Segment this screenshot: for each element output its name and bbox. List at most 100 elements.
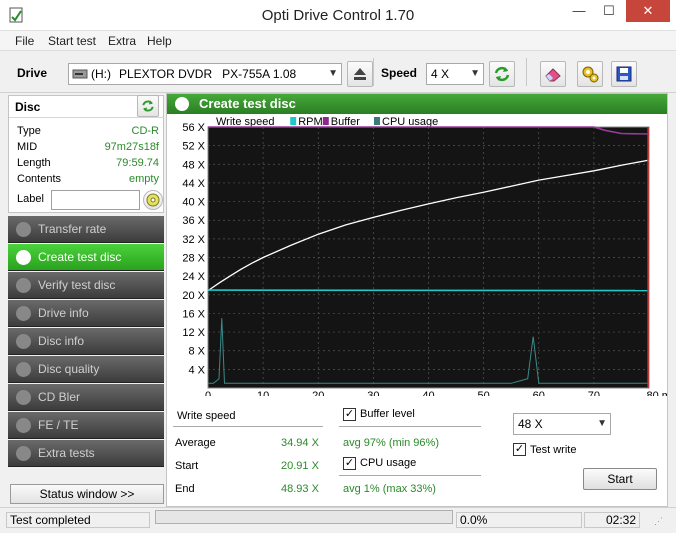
speed-value: 4 X (431, 67, 450, 81)
legend-label: Write speed (216, 116, 275, 128)
speed-select[interactable]: 4 X ▼ (426, 63, 484, 85)
eject-button[interactable] (347, 61, 373, 87)
label-apply-button[interactable] (143, 190, 163, 210)
cd-bler-icon (16, 390, 31, 405)
erase-button[interactable] (540, 61, 566, 87)
nav-label: Transfer rate (38, 222, 107, 236)
disc-value: empty (129, 173, 159, 185)
refresh-speed-button[interactable] (489, 61, 515, 87)
nav-label: Disc quality (38, 362, 100, 376)
disc-row-contents: Contents empty (17, 173, 161, 189)
legend-swatch (322, 117, 329, 125)
y-tick-label: 20 X (182, 290, 205, 302)
minimize-button[interactable]: — (564, 0, 594, 22)
buffer-level-checkbox[interactable]: ✓ (343, 408, 356, 421)
disc-header: Disc (9, 95, 163, 118)
close-button[interactable]: ✕ (626, 0, 670, 22)
disc-key: Type (17, 125, 41, 137)
y-tick-label: 28 X (182, 253, 205, 265)
status-window-button[interactable]: Status window >> (10, 484, 164, 504)
settings-button[interactable] (577, 61, 603, 87)
menu-bar: File Start test Extra Help (0, 31, 676, 51)
legend-label: RPM (298, 116, 322, 128)
drive-value: PLEXTOR DVDR PX-755A 1.08 (119, 67, 297, 81)
maximize-button[interactable]: ☐ (594, 0, 624, 22)
legend-swatch (374, 117, 380, 125)
save-button[interactable] (611, 61, 637, 87)
resize-grip-icon: ⋰ (654, 516, 663, 526)
nav-cd-bler[interactable]: CD Bler (8, 384, 164, 411)
status-text: Test completed (6, 512, 150, 528)
nav-create-test-disc[interactable]: Create test disc (8, 244, 164, 271)
menu-start-test[interactable]: Start test (48, 34, 96, 48)
start-label: Start (175, 460, 199, 472)
chevron-down-icon: ▼ (470, 68, 480, 79)
y-tick-label: 48 X (182, 159, 205, 171)
label-key: Label (17, 193, 44, 205)
stats-panel: Write speed Average 34.94 X Start 20.91 … (167, 396, 667, 508)
menu-help[interactable]: Help (147, 34, 172, 48)
legend-label: Buffer (331, 116, 360, 128)
verify-icon (16, 278, 31, 293)
disc-key: MID (17, 141, 38, 153)
speed-label: Speed (381, 66, 418, 80)
create-disc-icon (16, 250, 31, 265)
toolbar: Drive (H:) PLEXTOR DVDR PX-755A 1.08 ▼ S… (0, 51, 676, 93)
transfer-rate-icon (16, 222, 31, 237)
write-speed-chart: 4 X 8 X 12 X 16 X 20 X 24 X 28 X 32 X 36 X 40 X 44… (182, 116, 676, 402)
nav-fe-te[interactable]: FE / TE (8, 412, 164, 439)
drive-letter: (H:) (91, 67, 111, 81)
average-label: Average (175, 437, 216, 449)
y-tick-label: 8 X (188, 346, 205, 358)
start-value: 20.91 X (281, 460, 319, 472)
rpm-line (207, 289, 650, 292)
buffer-level-label: Buffer level (360, 408, 415, 420)
refresh-disc-button[interactable] (137, 95, 159, 117)
floppy-icon (616, 66, 632, 82)
y-tick-label: 56 X (182, 122, 205, 134)
nav-transfer-rate[interactable]: Transfer rate (8, 216, 164, 243)
nav-label: Extra tests (38, 446, 95, 460)
disc-key: Length (17, 157, 51, 169)
label-input[interactable] (51, 190, 140, 210)
nav-extra-tests[interactable]: Extra tests (8, 440, 164, 467)
divider (339, 426, 481, 427)
nav-disc-quality[interactable]: Disc quality (8, 356, 164, 383)
end-value: 48.93 X (281, 483, 319, 495)
chevron-down-icon: ▼ (597, 418, 607, 429)
nav-drive-info[interactable]: Drive info (8, 300, 164, 327)
nav-label: Drive info (38, 306, 89, 320)
nav-disc-info[interactable]: Disc info (8, 328, 164, 355)
start-button[interactable]: Start (583, 468, 657, 490)
nav-verify-test-disc[interactable]: Verify test disc (8, 272, 164, 299)
disc-panel: Disc Type CD-R MID 97m27s18f Length 79:5… (8, 95, 164, 213)
main-header: Create test disc (167, 94, 667, 114)
main-title: Create test disc (199, 96, 296, 111)
disc-value: 97m27s18f (104, 141, 159, 153)
create-disc-icon (175, 97, 189, 111)
test-write-checkbox[interactable]: ✓ (513, 443, 526, 456)
y-tick-label: 4 X (188, 364, 205, 376)
nav-label: Verify test disc (38, 278, 116, 292)
write-speed-select-value: 48 X (518, 417, 543, 431)
cpu-stat: avg 1% (max 33%) (343, 483, 436, 495)
progress-bar (155, 510, 453, 524)
fe-te-icon (16, 418, 31, 433)
write-speed-select[interactable]: 48 X ▼ (513, 413, 611, 435)
toolbar-separator (373, 58, 374, 86)
menu-extra[interactable]: Extra (108, 34, 136, 48)
nav-label: Disc info (38, 334, 85, 348)
menu-file[interactable]: File (15, 34, 34, 48)
disc-value: CD-R (131, 125, 160, 137)
nav-label: FE / TE (38, 418, 79, 432)
drive-select[interactable]: (H:) PLEXTOR DVDR PX-755A 1.08 ▼ (68, 63, 342, 85)
buffer-stat: avg 97% (min 96%) (343, 437, 439, 449)
y-tick-label: 12 X (182, 327, 205, 339)
legend-label: CPU usage (382, 116, 438, 128)
eraser-icon (545, 68, 561, 82)
y-tick-label: 32 X (182, 234, 205, 246)
eject-icon (354, 68, 366, 80)
nav-label: Create test disc (38, 250, 122, 264)
end-label: End (175, 483, 195, 495)
cpu-usage-checkbox[interactable]: ✓ (343, 457, 356, 470)
